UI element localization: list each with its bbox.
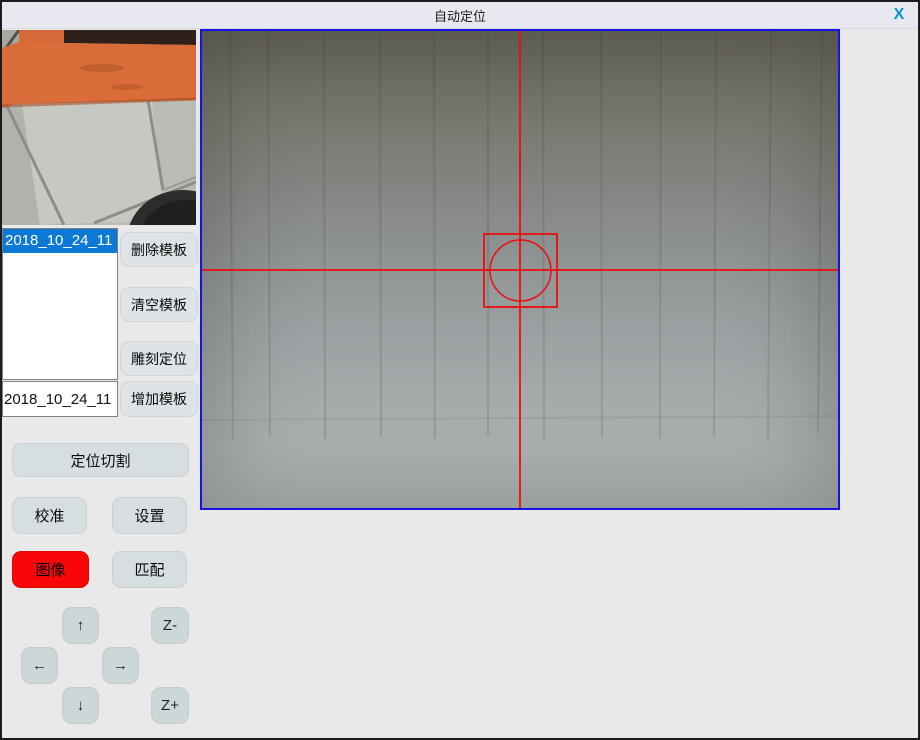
template-preview-scene xyxy=(2,30,196,225)
settings-button[interactable]: 设置 xyxy=(112,497,187,534)
page-title: 自动定位 xyxy=(434,6,486,25)
left-arrow-icon: ← xyxy=(32,658,47,673)
camera-overlay xyxy=(202,31,838,508)
template-name-input[interactable] xyxy=(2,381,118,417)
jog-down-button[interactable]: ↓ xyxy=(62,687,99,724)
auto-position-dialog: 自动定位 X 2018_10_24_11 删除模板 清 xyxy=(0,0,920,740)
list-item[interactable]: 2018_10_24_11 xyxy=(3,229,117,253)
z-minus-button[interactable]: Z- xyxy=(151,607,189,644)
engrave-position-button[interactable]: 雕刻定位 xyxy=(120,341,198,376)
title-bar: 自动定位 xyxy=(2,2,918,29)
template-list[interactable]: 2018_10_24_11 xyxy=(2,228,118,380)
right-arrow-icon: → xyxy=(113,658,128,673)
down-arrow-icon: ↓ xyxy=(77,698,85,713)
z-plus-button[interactable]: Z+ xyxy=(151,687,189,724)
jog-right-button[interactable]: → xyxy=(102,647,139,684)
up-arrow-icon: ↑ xyxy=(77,618,85,633)
jog-left-button[interactable]: ← xyxy=(21,647,58,684)
clear-templates-button[interactable]: 清空模板 xyxy=(120,287,198,322)
add-template-button[interactable]: 增加模板 xyxy=(120,381,198,417)
image-button[interactable]: 图像 xyxy=(12,551,89,588)
jog-up-button[interactable]: ↑ xyxy=(62,607,99,644)
delete-template-button[interactable]: 删除模板 xyxy=(120,232,198,267)
template-preview-image xyxy=(2,30,196,225)
match-button[interactable]: 匹配 xyxy=(112,551,187,588)
close-icon[interactable]: X xyxy=(889,5,909,25)
position-cut-button[interactable]: 定位切割 xyxy=(12,443,189,477)
calibrate-button[interactable]: 校准 xyxy=(12,497,87,534)
camera-view xyxy=(200,29,840,510)
